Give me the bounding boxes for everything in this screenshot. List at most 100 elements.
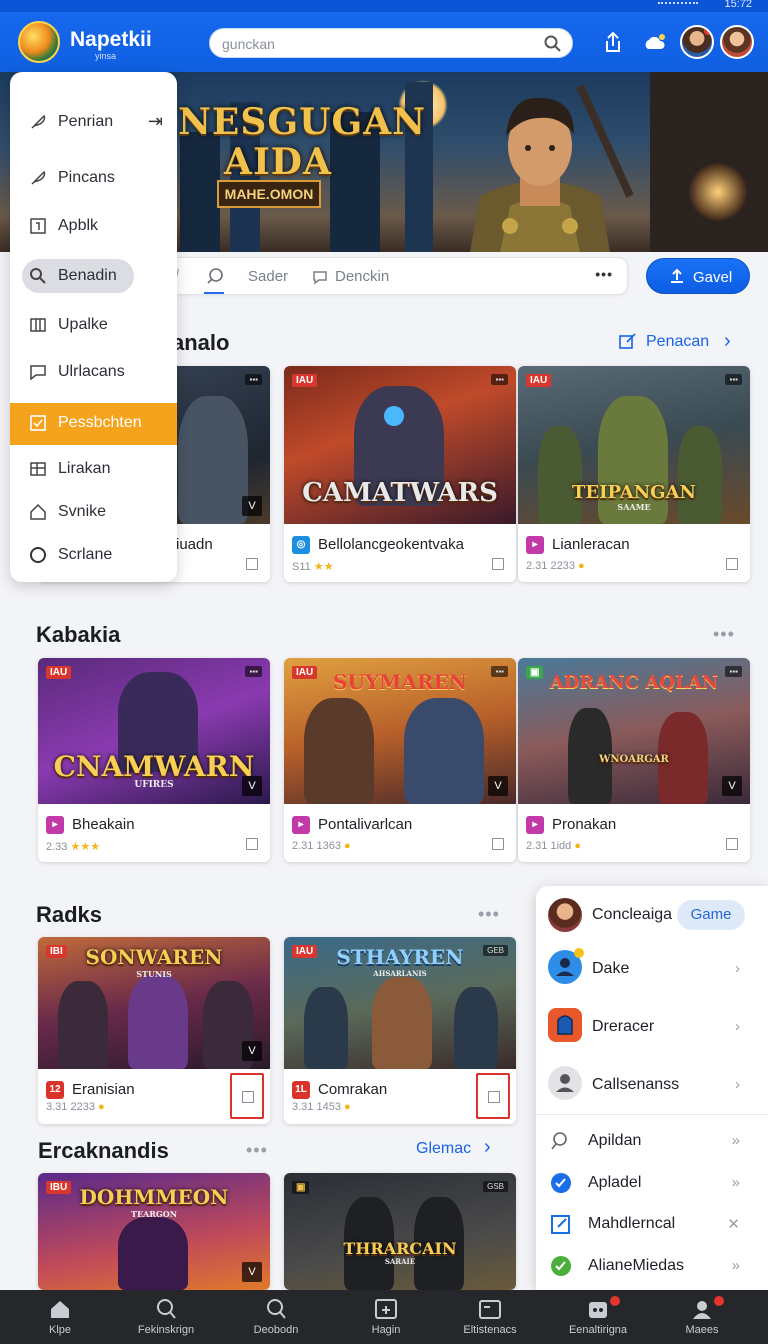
edit-link-icon[interactable]	[618, 331, 638, 351]
nav-label: Hagin	[371, 1324, 401, 1336]
more-options-icon[interactable]: •••	[595, 266, 613, 282]
chevron-right-icon: ›	[735, 960, 740, 977]
game-card[interactable]: IBI SONWAREN STUNIS V 12 Eranisian 3.31 …	[38, 937, 270, 1124]
collapse-arrow-icon[interactable]: ⇥	[148, 111, 163, 132]
nav-item-eltistenacs[interactable]: Eltistenacs	[436, 1290, 544, 1344]
game-card-meta: ▸ Pontalivarlcan 2.31 1363 ●	[284, 804, 516, 862]
share-icon[interactable]	[598, 28, 628, 58]
character-figure	[128, 975, 188, 1069]
game-name: Lianleracan	[552, 536, 630, 553]
game-card-art: IAU ▪▪▪ CNAMWARN UFIRES V	[38, 658, 270, 804]
bookmark-icon[interactable]	[726, 558, 738, 570]
game-card-art: ▣ ▪▪▪ ADRANC AQLAN WNOARGAR V	[518, 658, 750, 804]
divider	[536, 1114, 768, 1115]
search-placeholder: gunckan	[222, 36, 275, 52]
character-figure	[304, 987, 348, 1069]
game-card[interactable]: IAU ▪▪▪ SUYMAREN V ▸ Pontalivarlcan 2.31…	[284, 658, 516, 862]
game-card-meta: 12 Eranisian 3.31 2233 ●	[38, 1069, 270, 1124]
bookmark-icon[interactable]	[492, 838, 504, 850]
notification-dot	[574, 948, 584, 958]
popup-item[interactable]: Callsenanss ›	[536, 1062, 768, 1114]
game-art-title: CAMATWARS	[302, 478, 498, 508]
more-options-icon[interactable]: •••	[713, 624, 735, 645]
popup-item[interactable]: Dreracer ›	[536, 1002, 768, 1058]
menu-item-penrian[interactable]: Penrian ⇥	[10, 102, 177, 142]
menu-item-label: Upalke	[58, 316, 108, 333]
menu-item-pincans[interactable]: Pincans	[10, 158, 177, 198]
nav-item-maees[interactable]: Maees	[648, 1290, 756, 1344]
menu-item-pessbchten[interactable]: Pessbchten	[10, 403, 177, 445]
popup-item[interactable]: Apladel »	[536, 1166, 768, 1202]
menu-item-ulrlacans[interactable]: Ulrlacans	[10, 352, 177, 392]
gavel-button[interactable]: Gavel	[646, 258, 750, 294]
bookmark-icon[interactable]	[230, 1073, 264, 1119]
game-card[interactable]: IAU ▪▪▪ TEIPANGAN SAAME ▸ Lianleracan 2.…	[518, 366, 750, 582]
game-card[interactable]: IAU GEB STHAYREN AHSARLANIS 1L Comrakan …	[284, 937, 516, 1124]
popup-item[interactable]: Dake ›	[536, 944, 768, 1000]
search-icon[interactable]	[543, 34, 563, 54]
search-input[interactable]: gunckan	[209, 28, 573, 58]
hero-badge: MAHE.OMON	[217, 180, 321, 208]
game-rating: 3.31 2233 ●	[46, 1101, 105, 1113]
tab-sader[interactable]: Sader	[248, 268, 288, 285]
close-icon[interactable]: ✕	[727, 1215, 740, 1233]
menu-item-upalke[interactable]: Upalke	[10, 305, 177, 345]
game-card[interactable]: IBU DOHMMEON TEARGON V	[38, 1173, 270, 1290]
card-v-badge: V	[488, 776, 508, 796]
section-link[interactable]: Glemac	[416, 1140, 471, 1158]
feather-icon[interactable]	[206, 267, 224, 285]
tab-denckin[interactable]: Denckin	[335, 268, 389, 285]
game-card[interactable]: IAU ▪▪▪ CAMATWARS ◎ Bellolancgeokentvaka…	[284, 366, 516, 582]
menu-item-label: Scrlane	[58, 546, 113, 563]
notification-dot	[610, 1296, 620, 1306]
game-card[interactable]: ▣ GSB THRARCAIN SARAIE	[284, 1173, 516, 1290]
section-title: Radks	[36, 902, 103, 927]
game-card-art: IBI SONWAREN STUNIS V	[38, 937, 270, 1069]
cloud-sync-icon[interactable]	[640, 28, 670, 58]
bookmark-icon[interactable]	[246, 558, 258, 570]
nav-item-hagin[interactable]: Hagin	[332, 1290, 440, 1344]
chevron-right-icon[interactable]: ›	[484, 1136, 491, 1159]
building-graphic	[650, 72, 768, 252]
section-link[interactable]: Penacan	[646, 333, 709, 351]
side-menu: Penrian ⇥ Pincans Apblk Benadin Upalke U…	[10, 72, 177, 582]
game-card[interactable]: IAU ▪▪▪ CNAMWARN UFIRES V ▸ Bheakain 2.3…	[38, 658, 270, 862]
menu-item-lirakan[interactable]: Lirakan	[10, 449, 177, 489]
game-pill-button[interactable]: Game	[677, 900, 745, 930]
menu-item-svnike[interactable]: Svnike	[10, 492, 177, 532]
avatar[interactable]	[720, 25, 754, 59]
more-options-icon[interactable]: •••	[478, 904, 500, 925]
popup-item[interactable]: Apildan »	[536, 1124, 768, 1160]
bookmark-icon[interactable]	[492, 558, 504, 570]
bookmark-icon[interactable]	[726, 838, 738, 850]
game-art-subtitle: TEARGON	[130, 1209, 178, 1219]
menu-item-scrlane[interactable]: Scrlane	[10, 535, 177, 575]
nav-item-deobodn[interactable]: Deobodn	[222, 1290, 330, 1344]
popup-item-label: Dreracer	[592, 1018, 655, 1035]
avatar[interactable]	[680, 25, 714, 59]
more-options-icon[interactable]: •••	[246, 1140, 268, 1161]
popup-item[interactable]: Concleaiga Game	[536, 886, 768, 942]
popup-item[interactable]: AlianeMiedas »	[536, 1248, 768, 1284]
bookmark-icon[interactable]	[246, 838, 258, 850]
menu-item-benadin[interactable]: Benadin	[10, 256, 177, 296]
game-art-subtitle: SARAIE	[384, 1257, 416, 1266]
game-name: Pronakan	[552, 816, 617, 833]
character-figure	[304, 698, 374, 804]
game-card[interactable]: ▣ ▪▪▪ ADRANC AQLAN WNOARGAR V ▸ Pronakan…	[518, 658, 750, 862]
comment-icon	[313, 271, 327, 285]
nav-item-fekinskrign[interactable]: Fekinskrign	[112, 1290, 220, 1344]
nav-item-klpe[interactable]: Klpe	[6, 1290, 114, 1344]
popup-item[interactable]: Mahdlerncal ✕	[536, 1206, 768, 1242]
grid-plus-icon	[30, 462, 46, 476]
nav-item-eenaltirigna[interactable]: Eenaltirigna	[544, 1290, 652, 1344]
folder-icon	[479, 1300, 501, 1319]
profile-icon	[693, 1301, 711, 1319]
edit-box-icon	[551, 1215, 570, 1234]
app-logo[interactable]	[18, 21, 60, 63]
menu-item-apblk[interactable]: Apblk	[10, 206, 177, 246]
bookmark-icon[interactable]	[476, 1073, 510, 1119]
search-icon	[157, 1299, 176, 1319]
card-v-badge: V	[242, 1041, 262, 1061]
chevron-right-icon[interactable]: ›	[724, 330, 731, 353]
